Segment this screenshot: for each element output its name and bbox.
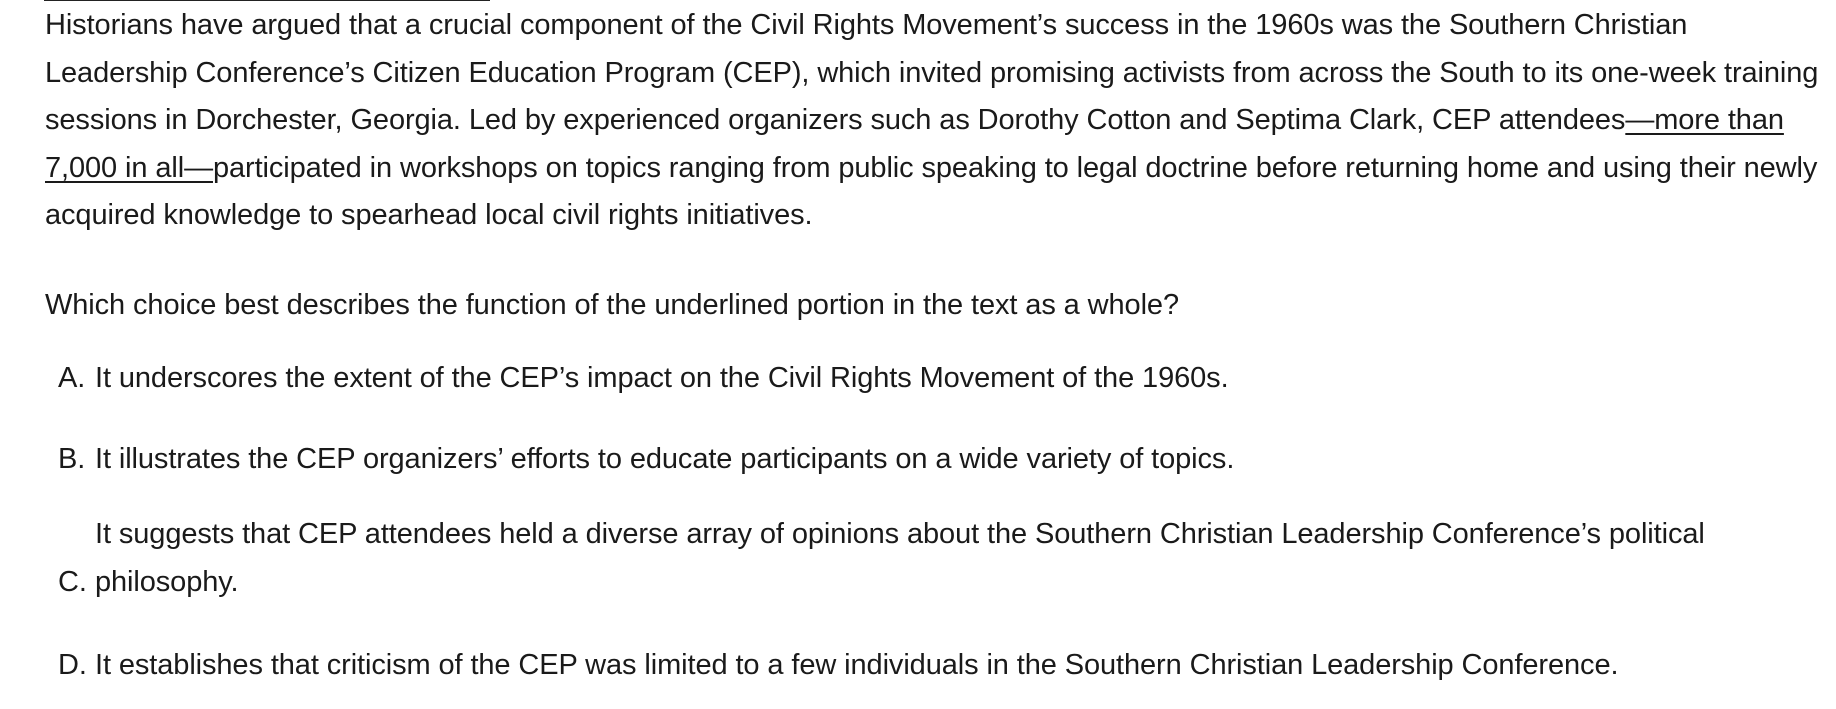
choice-text: It establishes that criticism of the CEP… (95, 649, 1619, 681)
passage-before: Historians have argued that a crucial co… (45, 9, 1819, 136)
choice-letter: B. (58, 443, 86, 475)
answer-choice-c[interactable]: C. It suggests that CEP attendees held a… (58, 511, 1815, 606)
passage-after: participated in workshops on topics rang… (45, 151, 1818, 232)
choice-letter: A. (58, 362, 86, 394)
choice-letter: D. (58, 649, 87, 681)
choice-text: It underscores the extent of the CEP’s i… (95, 362, 1229, 394)
question-prompt: Which choice best describes the function… (45, 289, 1179, 321)
answer-choice-a[interactable]: A. It underscores the extent of the CEP’… (58, 355, 1815, 403)
choice-text: It illustrates the CEP organizers’ effor… (95, 443, 1235, 475)
answer-choice-d[interactable]: D. It establishes that criticism of the … (58, 642, 1815, 690)
choice-letter: C. (58, 565, 87, 598)
answer-choice-b[interactable]: B. It illustrates the CEP organizers’ ef… (58, 436, 1815, 484)
top-divider (44, 0, 490, 1)
choice-text: It suggests that CEP attendees held a di… (95, 518, 1705, 598)
passage-text: Historians have argued that a crucial co… (45, 2, 1835, 240)
